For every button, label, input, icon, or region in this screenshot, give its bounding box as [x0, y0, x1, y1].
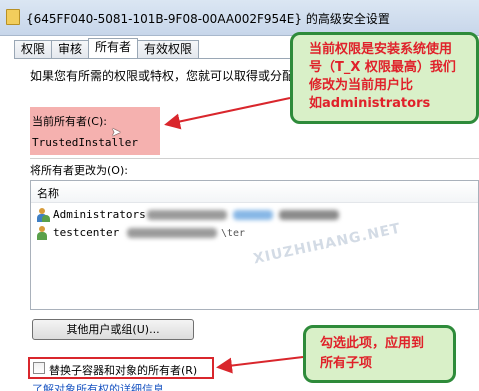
owner-intro-text: 如果您有所需的权限或特权，您就可以取得或分配 [30, 69, 295, 83]
arrow-to-current-owner [164, 97, 291, 130]
title-bar[interactable]: {645FF040-5081-101B-9F08-00AA002F954E} 的… [0, 0, 479, 36]
callout-line: 号（T_X 权限最高）我们 [309, 60, 456, 75]
list-item-testcenter[interactable]: testcenter \ter [35, 224, 475, 242]
tab-auditing[interactable]: 审核 [51, 40, 90, 58]
user-icon [35, 226, 49, 240]
annotation-callout-replace: 勾选此项，应用到 所有子项 [303, 325, 456, 383]
name-column-header[interactable]: 名称 [37, 185, 59, 201]
tab-effective-permissions[interactable]: 有效权限 [137, 40, 200, 58]
group-users-icon [35, 208, 50, 222]
list-item-administrators[interactable]: Administrators [35, 206, 475, 224]
folder-icon [6, 9, 20, 25]
tab-permissions[interactable]: 权限 [14, 40, 53, 58]
owner-candidates-list[interactable]: 名称 Administrators testcenter \ter [30, 180, 479, 310]
section-divider [30, 158, 479, 159]
arrow-to-replace-checkbox [216, 356, 304, 374]
user-name: Administrators [53, 208, 146, 221]
callout-line: 当前权限是安装系统使用 [309, 42, 453, 57]
current-owner-value: TrustedInstaller [32, 136, 138, 149]
current-owner-label: 当前所有者(C): [32, 115, 107, 128]
redacted-detail [233, 210, 273, 220]
ownership-info-link[interactable]: 了解对象所有权的详细信息 [32, 381, 164, 391]
tab-strip: 权限 审核 所有者 有效权限 [14, 38, 200, 59]
user-name: testcenter [53, 226, 120, 239]
callout-line: 勾选此项，应用到 [320, 336, 425, 351]
callout-line: 修改为当前用户比 [309, 78, 414, 93]
callout-line: 如administrators [309, 96, 431, 111]
other-users-button[interactable]: 其他用户或组(U)... [32, 319, 194, 340]
tab-owner[interactable]: 所有者 [88, 38, 139, 59]
callout-line: 所有子项 [320, 356, 373, 371]
user-detail: \ter [221, 228, 246, 239]
replace-owner-checkbox[interactable] [33, 362, 45, 374]
list-header: 名称 [31, 181, 478, 203]
redacted-detail [147, 210, 227, 220]
window-title: {645FF040-5081-101B-9F08-00AA002F954E} 的… [26, 12, 390, 26]
redacted-detail [127, 228, 217, 238]
mouse-cursor-icon: ➤ [111, 125, 122, 139]
replace-owner-label[interactable]: 替换子容器和对象的所有者(R) [49, 362, 197, 378]
redacted-detail [279, 210, 339, 220]
annotation-callout-owner: 当前权限是安装系统使用 号（T_X 权限最高）我们 修改为当前用户比 如admi… [290, 32, 479, 124]
change-owner-label: 将所有者更改为(O): [30, 164, 128, 177]
